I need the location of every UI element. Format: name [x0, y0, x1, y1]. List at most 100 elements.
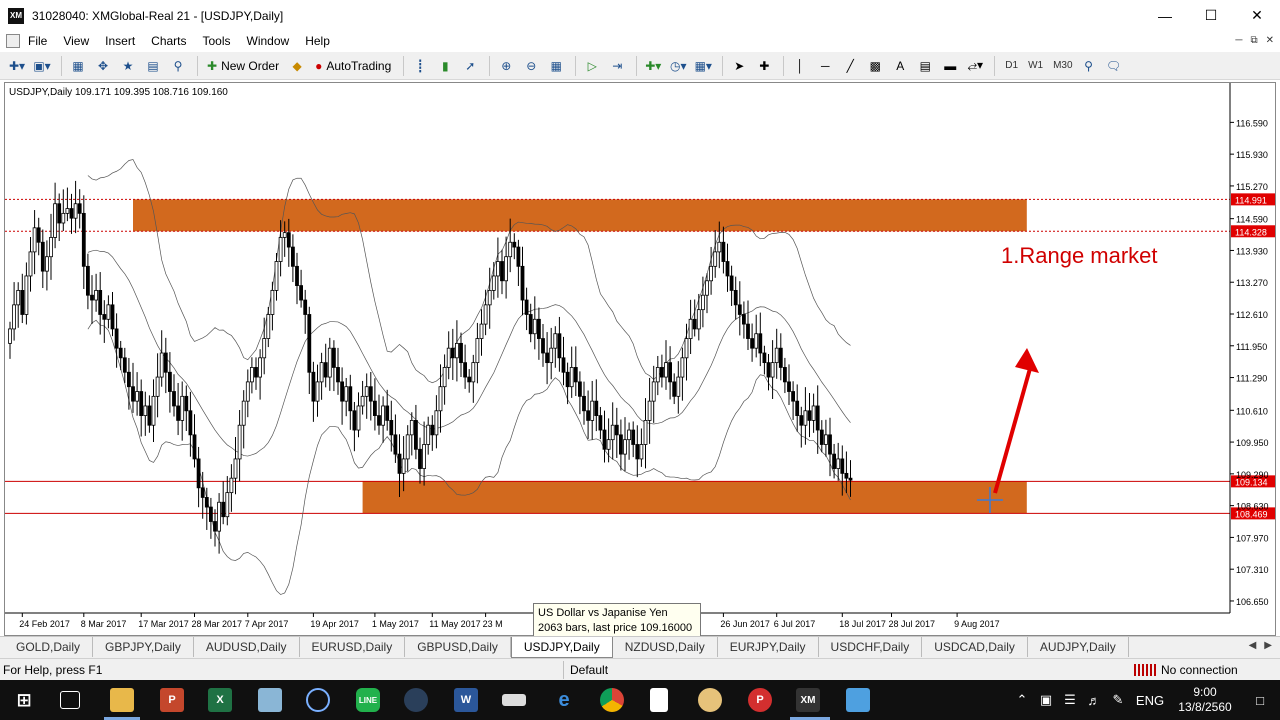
- vertical-line-icon[interactable]: │: [789, 55, 811, 77]
- tab-audusd-daily[interactable]: AUDUSD,Daily: [194, 637, 300, 657]
- indicators-icon[interactable]: ✚▾: [642, 55, 664, 77]
- trendline-icon[interactable]: ╱: [839, 55, 861, 77]
- candle-body: [430, 424, 435, 436]
- period-m30-button[interactable]: M30: [1048, 55, 1077, 77]
- tab-audjpy-daily[interactable]: AUDJPY,Daily: [1028, 637, 1129, 657]
- excel-icon[interactable]: X: [208, 688, 232, 712]
- data-window-icon[interactable]: ✥: [92, 55, 114, 77]
- candle-body: [795, 400, 800, 416]
- tile-windows-icon[interactable]: ▦: [545, 55, 567, 77]
- tab-nzdusd-daily[interactable]: NZDUSD,Daily: [613, 637, 718, 657]
- channel-icon[interactable]: ▩: [864, 55, 886, 77]
- document-icon[interactable]: [650, 688, 668, 712]
- media-player-icon[interactable]: [306, 688, 330, 712]
- window-title: 31028040: XMGlobal-Real 21 - [USDJPY,Dai…: [32, 8, 284, 23]
- tab-scroll-left-icon[interactable]: ◀: [1249, 640, 1257, 651]
- candle-body: [53, 203, 57, 238]
- chart-window[interactable]: 114.991 114.328 109.134 108.469 116.590 115.…: [4, 82, 1276, 636]
- chrome-icon[interactable]: [600, 688, 624, 712]
- metaeditor-icon[interactable]: ◆: [286, 55, 308, 77]
- rectangle-tool-icon[interactable]: ▬: [939, 55, 961, 77]
- tab-usdjpy-daily[interactable]: USDJPY,Daily: [510, 637, 613, 658]
- templates-icon[interactable]: ▦▾: [692, 55, 714, 77]
- zoom-in-icon[interactable]: ⊕: [495, 55, 517, 77]
- cursor-icon[interactable]: ➤: [728, 55, 750, 77]
- tray-expand-icon[interactable]: ⌃: [1010, 692, 1034, 708]
- tab-eurjpy-daily[interactable]: EURJPY,Daily: [718, 637, 819, 657]
- tab-scroll-right-icon[interactable]: ▶: [1264, 640, 1272, 651]
- edge-browser-icon[interactable]: e: [552, 688, 576, 712]
- horizontal-line-icon[interactable]: ─: [814, 55, 836, 77]
- search-icon[interactable]: ⚲: [1078, 55, 1100, 77]
- terminal-icon[interactable]: ▤: [142, 55, 164, 77]
- tab-gold-daily[interactable]: GOLD,Daily: [4, 637, 94, 657]
- auto-scroll-icon[interactable]: ▷: [581, 55, 603, 77]
- notifications-icon[interactable]: □: [1240, 693, 1280, 708]
- task-view-icon[interactable]: [60, 691, 80, 709]
- arrows-tool-icon[interactable]: ⥄▾: [964, 55, 986, 77]
- mdi-minimize-button[interactable]: ─: [1235, 31, 1242, 51]
- line-chart-icon[interactable]: ➚: [459, 55, 481, 77]
- maximize-button[interactable]: ☐: [1188, 0, 1234, 31]
- powerpoint-icon[interactable]: P: [160, 688, 184, 712]
- file-explorer-icon[interactable]: [110, 688, 134, 712]
- app-window-icon[interactable]: [846, 688, 870, 712]
- candle-body: [647, 400, 652, 421]
- bar-chart-icon[interactable]: ┋: [409, 55, 431, 77]
- tab-usdcad-daily[interactable]: USDCAD,Daily: [922, 637, 1028, 657]
- menu-tools[interactable]: Tools: [195, 31, 239, 51]
- chart-window-icon[interactable]: [6, 34, 20, 48]
- tab-gbpjpy-daily[interactable]: GBPJPY,Daily: [93, 637, 194, 657]
- crosshair-icon[interactable]: ✚: [753, 55, 775, 77]
- pdf-app-icon[interactable]: P: [748, 688, 772, 712]
- mdi-close-button[interactable]: ✕: [1266, 31, 1274, 51]
- menu-help[interactable]: Help: [297, 31, 338, 51]
- candlestick-icon[interactable]: ▮: [434, 55, 456, 77]
- text-label-icon[interactable]: ▤: [914, 55, 936, 77]
- profiles-icon[interactable]: ▣▾: [31, 55, 53, 77]
- price-tick-label: 112.610: [1236, 310, 1268, 320]
- menu-view[interactable]: View: [55, 31, 97, 51]
- xm-terminal-icon[interactable]: XM: [796, 688, 820, 712]
- close-button[interactable]: ✕: [1234, 0, 1280, 31]
- zoom-out-icon[interactable]: ⊖: [520, 55, 542, 77]
- notepad-icon[interactable]: [258, 688, 282, 712]
- candlestick-chart[interactable]: 114.991114.328109.134108.469 116.590115.…: [5, 83, 1275, 635]
- tab-eurusd-daily[interactable]: EURUSD,Daily: [300, 637, 406, 657]
- language-indicator[interactable]: ENG: [1130, 693, 1170, 708]
- taskbar-clock[interactable]: 9:00 13/8/2560: [1170, 685, 1240, 715]
- menu-file[interactable]: File: [20, 31, 55, 51]
- autotrading-button[interactable]: ● AutoTrading: [311, 55, 395, 77]
- tab-gbpusd-daily[interactable]: GBPUSD,Daily: [405, 637, 511, 657]
- menu-charts[interactable]: Charts: [143, 31, 194, 51]
- new-order-button[interactable]: ✚ New Order: [203, 55, 283, 77]
- remote-icon[interactable]: [502, 694, 526, 706]
- menu-insert[interactable]: Insert: [97, 31, 143, 51]
- word-icon[interactable]: W: [454, 688, 478, 712]
- chart-shift-icon[interactable]: ⇥: [606, 55, 628, 77]
- strategy-tester-icon[interactable]: ⚲: [167, 55, 189, 77]
- minimize-button[interactable]: —: [1142, 0, 1188, 31]
- text-tool-icon[interactable]: A: [889, 55, 911, 77]
- new-chart-icon[interactable]: ✚▾: [6, 55, 28, 77]
- mdi-restore-button[interactable]: ⧉: [1250, 31, 1257, 51]
- chat-icon[interactable]: 🗨: [1103, 55, 1125, 77]
- candle-body: [528, 314, 533, 335]
- steam-icon[interactable]: [404, 688, 428, 712]
- pen-icon[interactable]: ✎: [1106, 692, 1130, 708]
- start-windows-icon[interactable]: ⊞: [12, 688, 36, 712]
- navigator-icon[interactable]: ★: [117, 55, 139, 77]
- time-tick-label: 11 May 2017: [429, 619, 480, 629]
- line-app-icon[interactable]: LINE: [356, 688, 380, 712]
- period-w1-button[interactable]: W1: [1023, 55, 1048, 77]
- tab-usdchf-daily[interactable]: USDCHF,Daily: [819, 637, 923, 657]
- network-icon[interactable]: ☰: [1058, 692, 1082, 708]
- price-tick-label: 114.590: [1236, 215, 1268, 225]
- battery-icon[interactable]: ▣: [1034, 692, 1058, 708]
- menu-window[interactable]: Window: [239, 31, 298, 51]
- period-d1-button[interactable]: D1: [1000, 55, 1023, 77]
- periods-icon[interactable]: ◷▾: [667, 55, 689, 77]
- volume-icon[interactable]: ♬: [1082, 693, 1106, 708]
- market-watch-icon[interactable]: ▦: [67, 55, 89, 77]
- paint-icon[interactable]: [698, 688, 722, 712]
